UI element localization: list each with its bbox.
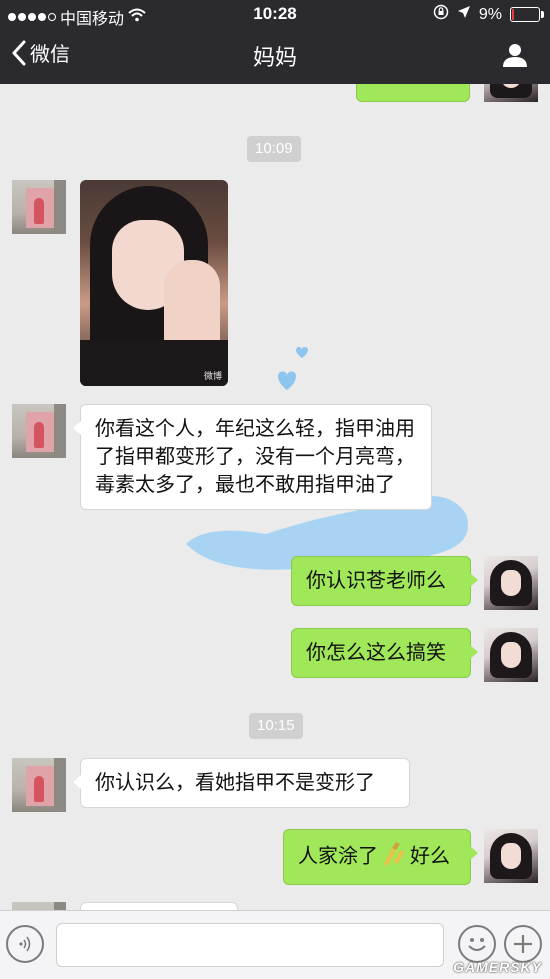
plus-icon — [514, 935, 532, 953]
heart-decoration — [278, 347, 308, 390]
message-text-before: 人家涂了 — [298, 845, 378, 868]
message-bubble-outgoing[interactable]: 你怎么这么搞笑 — [291, 628, 478, 678]
battery-icon — [510, 7, 544, 22]
message-text-after: 好么 — [410, 845, 450, 868]
timestamp: 10:09 — [247, 136, 301, 162]
voice-icon — [19, 936, 31, 952]
message-input[interactable] — [56, 923, 444, 967]
status-bar: 中国移动 10:28 9% — [0, 0, 550, 28]
person-icon[interactable] — [502, 42, 528, 73]
my-avatar[interactable] — [484, 556, 538, 610]
site-watermark: GAMERSKY — [453, 959, 542, 975]
nav-bar: 微信 妈妈 — [0, 28, 550, 84]
my-avatar[interactable] — [484, 628, 538, 682]
message-bubble-incoming[interactable]: 你看这个人，年纪这么轻，指甲油用了指甲都变形了，没有一个月亮弯，毒素太多了，最也… — [73, 404, 432, 510]
timestamp: 10:15 — [249, 713, 303, 739]
mom-avatar[interactable] — [12, 404, 66, 458]
battery-fill — [512, 9, 514, 20]
image-message[interactable]: 微博 — [80, 180, 228, 386]
input-bar: GAMERSKY — [0, 910, 550, 979]
emoji-button[interactable] — [458, 925, 496, 963]
chat-area[interactable]: 10:09 微博 你看这个人，年纪这么轻，指甲油用了指甲都变形了，没有一个月亮弯… — [0, 84, 550, 910]
rotation-lock-icon — [433, 4, 449, 25]
location-arrow-icon — [457, 5, 471, 24]
mom-avatar[interactable] — [12, 758, 66, 812]
my-avatar[interactable] — [484, 84, 538, 102]
mom-avatar[interactable] — [12, 180, 66, 234]
status-right: 9% — [433, 4, 544, 25]
voice-button[interactable] — [6, 925, 44, 963]
emoji-icon — [468, 938, 486, 951]
previous-message-bubble[interactable] — [356, 84, 477, 102]
battery-percent: 9% — [478, 5, 502, 23]
message-bubble-incoming[interactable] — [80, 902, 238, 910]
image-watermark: 微博 — [203, 371, 222, 381]
message-bubble-incoming[interactable]: 你认识么，看她指甲不是变形了 — [73, 758, 410, 808]
chat-title: 妈妈 — [252, 45, 297, 70]
message-bubble-outgoing[interactable]: 你认识苍老师么 — [291, 556, 478, 606]
my-avatar[interactable] — [484, 829, 538, 883]
message-bubble-outgoing[interactable]: 人家涂了 好么 — [283, 829, 478, 885]
mom-avatar[interactable] — [12, 902, 66, 910]
plus-button[interactable] — [504, 925, 542, 963]
nail-polish-emoji — [380, 840, 408, 874]
